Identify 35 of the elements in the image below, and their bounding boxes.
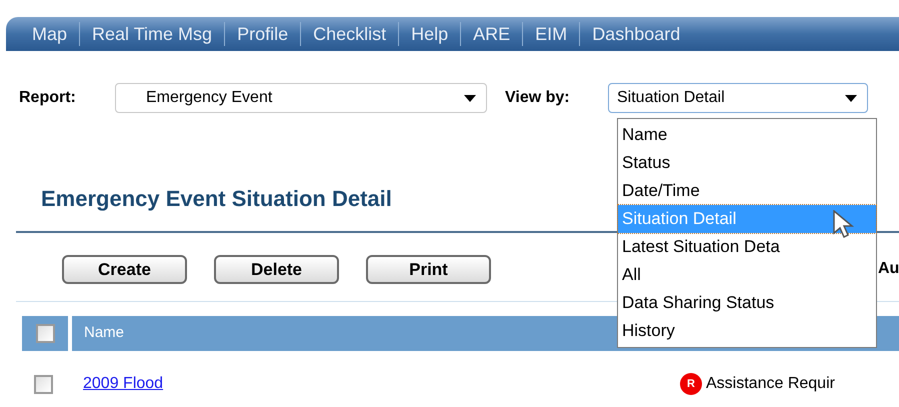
nav-tab[interactable]: EIM <box>523 20 580 48</box>
action-button[interactable]: Print <box>366 254 491 284</box>
nav-tab[interactable]: Profile <box>225 20 300 48</box>
section-label: Au <box>878 259 899 279</box>
status-badge: R <box>680 373 702 395</box>
report-label: Report: <box>19 88 77 108</box>
dropdown-option[interactable]: History <box>618 317 876 345</box>
caret-icon <box>464 94 476 102</box>
nav-tab[interactable]: Map <box>20 20 80 48</box>
caret-icon <box>845 94 857 102</box>
page-title: Emergency Event Situation Detail <box>41 185 392 213</box>
nav-tab[interactable]: Dashboard <box>580 20 692 48</box>
dropdown-option[interactable]: Date/Time <box>618 177 876 205</box>
action-button[interactable]: Create <box>62 254 187 284</box>
mouse-pointer-icon <box>833 210 855 240</box>
action-button[interactable]: Delete <box>214 254 339 284</box>
report-value: Emergency Event <box>146 88 272 108</box>
checkbox[interactable] <box>36 324 54 343</box>
nav-tab[interactable]: Checklist <box>301 20 398 48</box>
dropdown-option[interactable]: All <box>618 261 876 289</box>
nav-tab[interactable]: ARE <box>461 20 522 48</box>
event-link[interactable]: 2009 Flood <box>83 372 680 396</box>
report-dropdown[interactable]: Emergency Event <box>115 83 487 113</box>
view-by-label: View by: <box>505 88 571 108</box>
nav-tab[interactable]: Help <box>399 20 460 48</box>
dropdown-option[interactable]: Data Sharing Status <box>618 289 876 317</box>
status-text: Assistance Requir <box>706 374 835 394</box>
view-by-dropdown[interactable]: Situation Detail <box>608 83 868 113</box>
view-by-value: Situation Detail <box>617 88 725 108</box>
checkbox[interactable] <box>34 374 53 394</box>
dropdown-option[interactable]: Name <box>618 121 876 149</box>
dropdown-option[interactable]: Latest Situation Deta <box>618 233 876 261</box>
dropdown-option[interactable]: Status <box>618 149 876 177</box>
nav-tab[interactable]: Real Time Msg <box>80 20 224 48</box>
column-heading: Name <box>84 323 124 344</box>
